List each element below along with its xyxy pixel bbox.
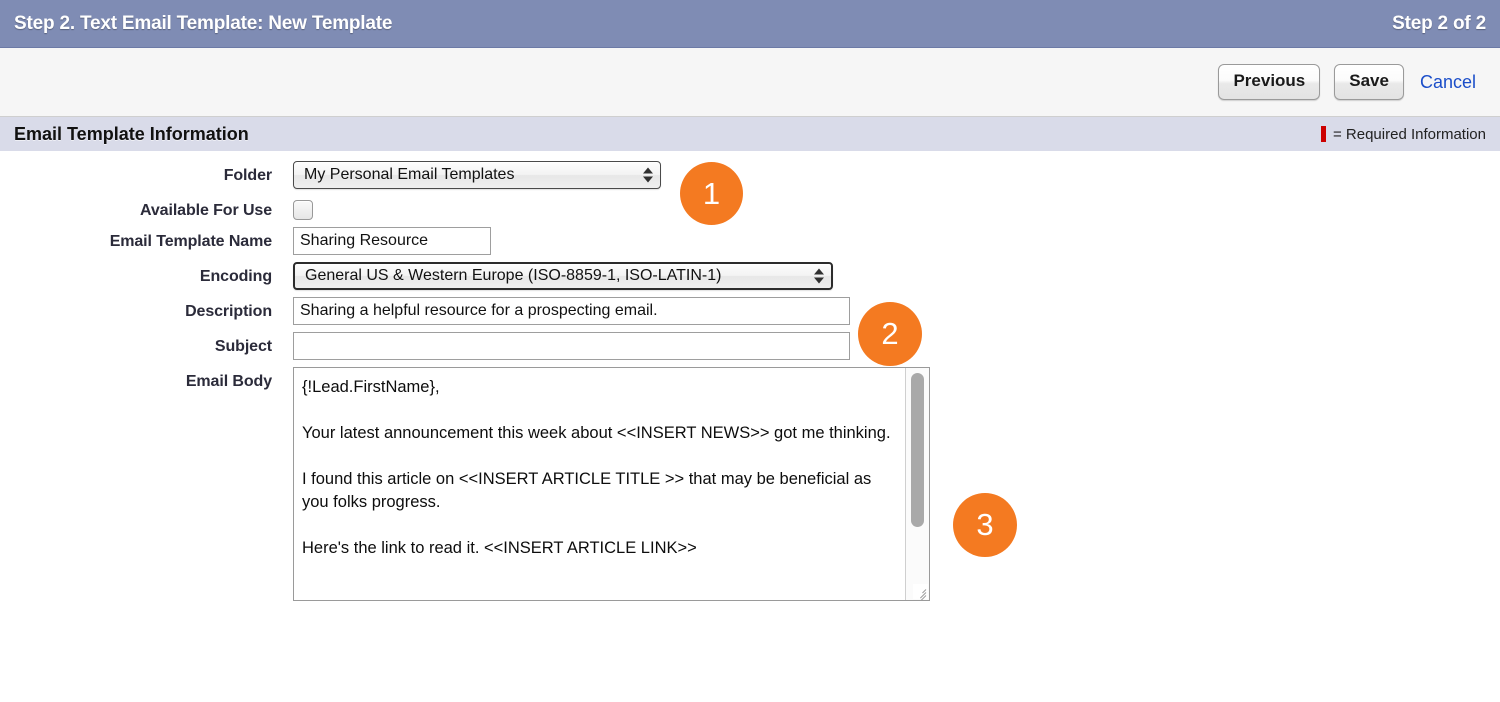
chevron-down-icon [643,177,653,183]
chevron-down-icon [814,278,824,284]
encoding-select-value: General US & Western Europe (ISO-8859-1,… [305,267,721,285]
encoding-label: Encoding [0,262,272,286]
subject-input[interactable] [293,332,850,360]
encoding-select[interactable]: General US & Western Europe (ISO-8859-1,… [293,262,833,290]
form-row-subject: Subject [0,332,1500,360]
form-row-encoding: Encoding General US & Western Europe (IS… [0,262,1500,290]
chevron-up-icon [643,168,653,174]
page-header-bar: Step 2. Text Email Template: New Templat… [0,0,1500,48]
email-body-text[interactable]: {!Lead.FirstName}, Your latest announcem… [294,368,906,600]
folder-select-value: My Personal Email Templates [304,166,514,184]
form-row-description: Description [0,297,1500,325]
email-body-scrollbar-thumb[interactable] [911,373,924,527]
subject-label: Subject [0,332,272,356]
available-for-use-checkbox[interactable] [293,200,313,220]
cancel-link[interactable]: Cancel [1418,68,1478,97]
folder-select[interactable]: My Personal Email Templates [293,161,661,189]
template-name-input[interactable] [293,227,491,255]
subject-field-wrap [272,332,850,360]
form-row-folder: Folder My Personal Email Templates [0,161,1500,189]
form-row-email-body: Email Body {!Lead.FirstName}, Your lates… [0,367,1500,601]
folder-field-wrap: My Personal Email Templates [272,161,661,189]
available-for-use-field-wrap [272,196,313,220]
email-template-form: Folder My Personal Email Templates Avail… [0,151,1500,601]
form-row-template-name: Email Template Name [0,227,1500,255]
description-label: Description [0,297,272,321]
encoding-field-wrap: General US & Western Europe (ISO-8859-1,… [272,262,833,290]
required-legend-label: = Required Information [1333,126,1486,143]
section-title: Email Template Information [14,124,249,145]
description-field-wrap [272,297,850,325]
stepper-arrows-icon [814,269,824,284]
required-marker-icon [1321,126,1326,142]
folder-label: Folder [0,161,272,185]
resize-grip-icon[interactable] [913,584,928,599]
email-body-scrollbar[interactable] [905,368,929,600]
previous-button[interactable]: Previous [1218,64,1320,100]
action-toolbar: Previous Save Cancel [0,48,1500,117]
email-body-textarea[interactable]: {!Lead.FirstName}, Your latest announcem… [293,367,930,601]
required-information-legend: = Required Information [1321,126,1486,143]
chevron-up-icon [814,269,824,275]
form-row-available-for-use: Available For Use [0,196,1500,220]
description-input[interactable] [293,297,850,325]
stepper-arrows-icon [643,168,653,183]
step-indicator: Step 2 of 2 [1392,13,1486,35]
step-badge-2: 2 [858,302,922,366]
page-title: Step 2. Text Email Template: New Templat… [14,13,392,35]
step-badge-3: 3 [953,493,1017,557]
step-badge-1: 1 [680,162,743,225]
template-name-field-wrap [272,227,491,255]
template-name-label: Email Template Name [0,227,272,251]
section-header-email-template-information: Email Template Information = Required In… [0,117,1500,151]
save-button[interactable]: Save [1334,64,1404,100]
available-for-use-label: Available For Use [0,196,272,220]
email-body-label: Email Body [0,367,272,391]
email-body-field-wrap: {!Lead.FirstName}, Your latest announcem… [272,367,930,601]
